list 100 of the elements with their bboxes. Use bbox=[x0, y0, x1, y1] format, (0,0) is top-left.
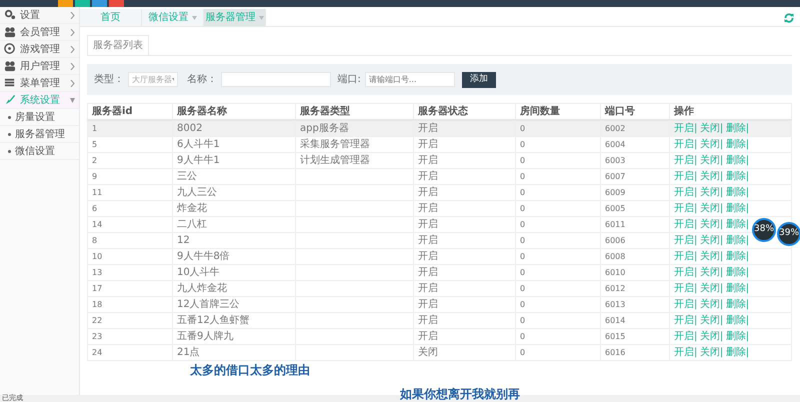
action-link[interactable]: 关闭| bbox=[700, 235, 724, 246]
action-link[interactable]: 开启| bbox=[674, 267, 698, 278]
action-link[interactable]: 开启| bbox=[674, 187, 698, 198]
sidebar-item[interactable]: 用户管理 bbox=[0, 58, 79, 75]
table-cell: 0 bbox=[516, 296, 600, 312]
action-link[interactable]: 开启| bbox=[674, 203, 698, 214]
action-link[interactable]: 删除| bbox=[726, 331, 750, 342]
table-cell: 8 bbox=[88, 232, 172, 248]
table-cell: 三公 bbox=[172, 168, 296, 184]
chevron-icon bbox=[70, 12, 75, 18]
action-link[interactable]: 关闭| bbox=[700, 123, 724, 134]
action-link[interactable]: 关闭| bbox=[700, 155, 724, 166]
table-cell: 12人首牌三公 bbox=[172, 296, 296, 312]
action-link[interactable]: 关闭| bbox=[700, 251, 724, 262]
chevron-icon bbox=[70, 28, 75, 36]
page-tab[interactable]: 服务器管理 bbox=[204, 9, 266, 26]
action-link[interactable]: 关闭| bbox=[700, 283, 724, 294]
sidebar-item[interactable]: 游戏管理 bbox=[0, 41, 79, 58]
table-cell: 0 bbox=[516, 152, 600, 168]
usage-gauge: 39% bbox=[777, 222, 800, 246]
table-cell: 5 bbox=[88, 136, 172, 152]
action-link[interactable]: 删除| bbox=[726, 187, 750, 198]
action-link[interactable]: 删除| bbox=[726, 139, 750, 150]
action-link[interactable]: 删除| bbox=[726, 315, 750, 326]
type-dropdown[interactable]: 大厅服务器 bbox=[128, 72, 178, 87]
action-link[interactable]: 删除| bbox=[726, 267, 750, 278]
sidebar-item[interactable]: 设置 bbox=[0, 7, 79, 24]
action-link[interactable]: 开启| bbox=[674, 251, 698, 262]
action-link[interactable]: 删除| bbox=[726, 155, 750, 166]
port-input[interactable]: 请输端口号... bbox=[364, 72, 455, 87]
field-label: 类型： bbox=[94, 72, 124, 87]
table-cell: 0 bbox=[516, 248, 600, 264]
table-cell: 10 bbox=[88, 248, 172, 264]
action-link[interactable]: 关闭| bbox=[700, 267, 724, 278]
action-link[interactable]: 删除| bbox=[726, 123, 750, 134]
action-link[interactable]: 关闭| bbox=[700, 219, 724, 230]
action-link[interactable]: 开启| bbox=[674, 315, 698, 326]
table-cell: 采集服务管理器 bbox=[296, 136, 414, 152]
bullet-icon bbox=[8, 116, 11, 118]
table-cell: 6011 bbox=[600, 216, 670, 232]
skin-button[interactable] bbox=[109, 0, 124, 7]
skin-button[interactable] bbox=[75, 0, 90, 7]
table-cell: 6 bbox=[88, 200, 172, 216]
action-link[interactable]: 关闭| bbox=[700, 171, 724, 182]
action-link[interactable]: 开启| bbox=[674, 235, 698, 246]
action-link[interactable]: 关闭| bbox=[700, 347, 724, 358]
bullet-icon bbox=[8, 150, 11, 152]
table-cell: 8002 bbox=[172, 120, 296, 136]
action-link[interactable]: 删除| bbox=[726, 283, 750, 294]
add-button[interactable]: 添加 bbox=[462, 72, 496, 88]
table-cell: 17 bbox=[88, 280, 172, 296]
table-cell: 9人牛牛1 bbox=[172, 152, 296, 168]
action-link[interactable]: 删除| bbox=[726, 171, 750, 182]
users-icon bbox=[4, 60, 16, 72]
action-link[interactable]: 开启| bbox=[674, 123, 698, 134]
gear-icon bbox=[4, 9, 16, 21]
users-icon bbox=[4, 26, 16, 38]
action-link[interactable]: 关闭| bbox=[700, 299, 724, 310]
action-link[interactable]: 关闭| bbox=[700, 331, 724, 342]
action-link[interactable]: 删除| bbox=[726, 251, 750, 262]
table-cell: 五番9人牌九 bbox=[172, 328, 296, 344]
sidebar-item[interactable]: 菜单管理 bbox=[0, 75, 79, 92]
table-cell: 6012 bbox=[600, 280, 670, 296]
submenu-item[interactable]: 微信设置 bbox=[0, 143, 79, 160]
action-link[interactable]: 删除| bbox=[726, 347, 750, 358]
action-link[interactable]: 删除| bbox=[726, 235, 750, 246]
table-cell: 6016 bbox=[600, 344, 670, 360]
table-cell: 开启 bbox=[414, 280, 516, 296]
field-label: 端口: bbox=[338, 72, 361, 87]
action-link[interactable]: 关闭| bbox=[700, 203, 724, 214]
action-link[interactable]: 关闭| bbox=[700, 187, 724, 198]
table-cell: 1 bbox=[88, 120, 172, 136]
submenu-item[interactable]: 服务器管理 bbox=[0, 126, 79, 143]
action-link[interactable]: 删除| bbox=[726, 203, 750, 214]
refresh-icon[interactable] bbox=[784, 12, 794, 22]
page-tab[interactable]: 首页 bbox=[80, 9, 142, 26]
page-tab[interactable]: 微信设置 bbox=[142, 9, 204, 26]
action-link[interactable]: 开启| bbox=[674, 331, 698, 342]
sidebar-item[interactable]: 会员管理 bbox=[0, 24, 79, 41]
action-link[interactable]: 开启| bbox=[674, 347, 698, 358]
name-input[interactable] bbox=[221, 72, 331, 87]
action-link[interactable]: 开启| bbox=[674, 283, 698, 294]
panel-tab[interactable]: 服务器列表 bbox=[87, 35, 149, 55]
skin-button[interactable] bbox=[92, 0, 107, 7]
table-cell: 21点 bbox=[172, 344, 296, 360]
caret-icon bbox=[258, 16, 264, 20]
skin-button[interactable] bbox=[58, 0, 73, 7]
table-cell: 开启 bbox=[414, 296, 516, 312]
action-link[interactable]: 开启| bbox=[674, 299, 698, 310]
sidebar-item[interactable]: 系统设置 bbox=[0, 92, 79, 109]
action-link[interactable]: 开启| bbox=[674, 219, 698, 230]
action-link[interactable]: 关闭| bbox=[700, 315, 724, 326]
action-link[interactable]: 删除| bbox=[726, 299, 750, 310]
action-link[interactable]: 开启| bbox=[674, 139, 698, 150]
action-link[interactable]: 开启| bbox=[674, 155, 698, 166]
action-link[interactable]: 删除| bbox=[726, 219, 750, 230]
action-link[interactable]: 开启| bbox=[674, 171, 698, 182]
table-cell: 6005 bbox=[600, 200, 670, 216]
submenu-item[interactable]: 房量设置 bbox=[0, 109, 79, 126]
action-link[interactable]: 关闭| bbox=[700, 139, 724, 150]
